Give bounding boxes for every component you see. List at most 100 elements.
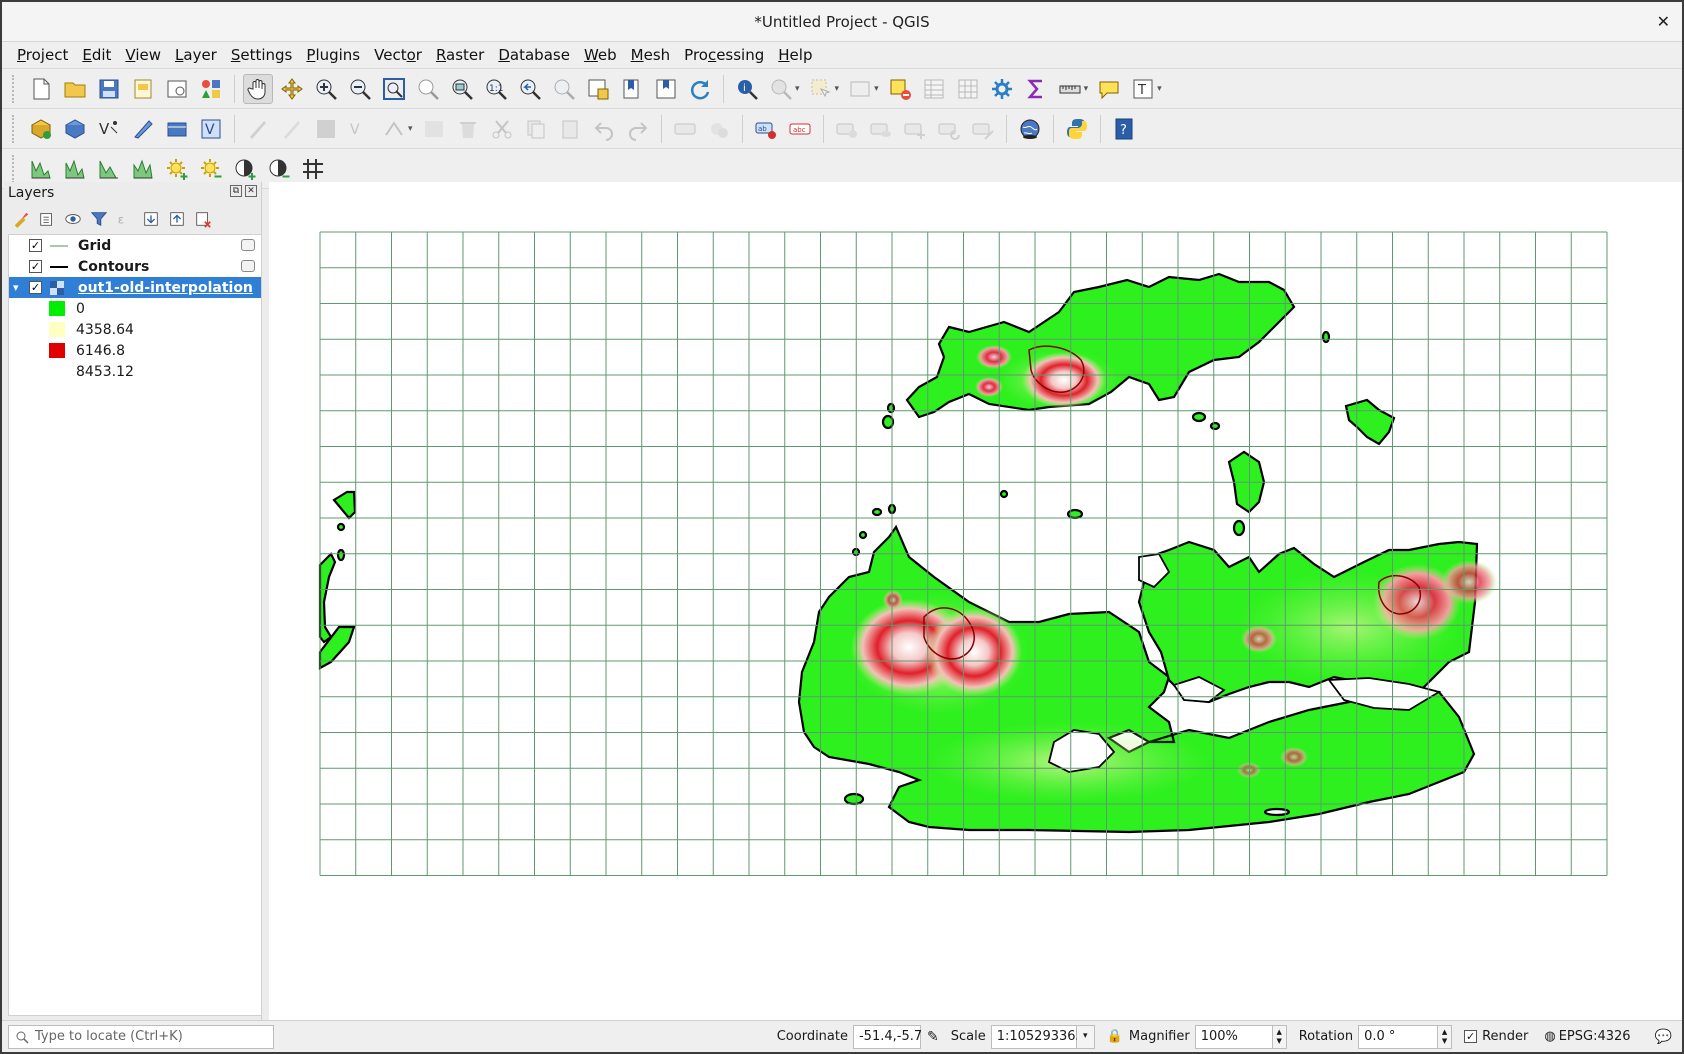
menu-processing[interactable]: Processing	[677, 46, 771, 64]
scale-field[interactable]: 1:105293365	[990, 1024, 1084, 1049]
crs-globe-icon[interactable]: ◍	[1544, 1029, 1555, 1044]
menu-web[interactable]: Web	[577, 46, 624, 64]
map-tips-icon[interactable]	[1094, 74, 1124, 104]
deselect-all-icon[interactable]	[885, 74, 915, 104]
layer-indicator-icon[interactable]	[241, 239, 255, 251]
style-manager-icon[interactable]	[196, 74, 226, 104]
refresh-icon[interactable]	[685, 74, 715, 104]
menu-database[interactable]: Database	[491, 46, 577, 64]
menu-settings[interactable]: Settings	[224, 46, 300, 64]
processing-toolbox-icon[interactable]	[987, 74, 1017, 104]
zoom-to-selection-icon[interactable]	[413, 74, 443, 104]
text-annotation-icon[interactable]: T	[1128, 74, 1158, 104]
zoom-next-icon[interactable]	[549, 74, 579, 104]
layer-indicator-icon[interactable]	[241, 260, 255, 272]
collapse-all-icon[interactable]	[166, 208, 188, 230]
new-map-view-icon[interactable]	[583, 74, 613, 104]
undo-icon[interactable]	[589, 114, 619, 144]
increase-contrast-icon[interactable]	[230, 154, 260, 184]
digitize-icon[interactable]: V	[345, 114, 375, 144]
locator-search-input[interactable]: Type to locate (Ctrl+K)	[8, 1024, 274, 1049]
layer-diagram-icon[interactable]: abc	[785, 114, 815, 144]
coordinate-field[interactable]: -51.4,-5.7	[852, 1024, 922, 1049]
zoom-in-icon[interactable]	[311, 74, 341, 104]
delete-selected-icon[interactable]	[453, 114, 483, 144]
open-project-icon[interactable]	[60, 74, 90, 104]
pan-map-icon[interactable]	[243, 73, 273, 104]
close-icon[interactable]: ✕	[1657, 12, 1670, 31]
zoom-last-icon[interactable]	[515, 74, 545, 104]
decrease-brightness-icon[interactable]	[196, 154, 226, 184]
zoom-out-icon[interactable]	[345, 74, 375, 104]
help-icon[interactable]: ?	[1109, 114, 1139, 144]
expand-all-icon[interactable]	[140, 208, 162, 230]
lock-scale-icon[interactable]: 🔒	[1107, 1029, 1123, 1044]
increase-brightness-icon[interactable]	[162, 154, 192, 184]
label-pin-icon[interactable]	[704, 114, 734, 144]
manage-map-themes-icon[interactable]	[62, 208, 84, 230]
menu-layer[interactable]: Layer	[168, 46, 224, 64]
zoom-native-icon[interactable]: 1:1	[481, 74, 511, 104]
zoom-full-icon[interactable]	[379, 74, 409, 104]
filter-by-expression-icon[interactable]: ε	[114, 208, 136, 230]
label-toolbar-icon[interactable]	[670, 114, 700, 144]
redo-icon[interactable]	[623, 114, 653, 144]
add-vector-layer-icon[interactable]: V	[94, 114, 124, 144]
rotation-field[interactable]: 0.0 °	[1358, 1024, 1439, 1049]
layout-manager-icon[interactable]	[162, 74, 192, 104]
show-bookmarks-icon[interactable]	[651, 74, 681, 104]
change-label-icon[interactable]	[968, 114, 998, 144]
undock-panel-icon[interactable]: ⧉	[230, 185, 242, 197]
layer-row-grid[interactable]: ✓ Grid	[9, 235, 261, 256]
messages-icon[interactable]: 💬	[1655, 1029, 1672, 1045]
layer-visibility-checkbox[interactable]: ✓	[29, 239, 42, 252]
toolbar-grip[interactable]	[12, 114, 16, 143]
magnifier-spinner[interactable]: ▲ ▼	[1272, 1024, 1287, 1049]
new-project-icon[interactable]	[26, 74, 56, 104]
new-temporary-layer-icon[interactable]	[162, 114, 192, 144]
new-virtual-layer-icon[interactable]: V	[196, 114, 226, 144]
data-source-manager-icon[interactable]	[26, 114, 56, 144]
menu-mesh[interactable]: Mesh	[624, 46, 678, 64]
layer-visibility-checkbox[interactable]: ✓	[29, 281, 42, 294]
attribute-table-icon[interactable]	[919, 74, 949, 104]
full-cumulative-cut-icon[interactable]	[128, 154, 158, 184]
histogram-stretch-canvas-icon[interactable]	[60, 154, 90, 184]
filter-legend-icon[interactable]	[88, 208, 110, 230]
python-console-icon[interactable]	[1062, 114, 1092, 144]
pin-labels-icon[interactable]	[832, 114, 862, 144]
open-layer-styling-icon[interactable]	[10, 208, 32, 230]
toggle-extents-icon[interactable]: ✎	[927, 1029, 939, 1045]
remove-layer-icon[interactable]	[192, 208, 214, 230]
run-feature-action-icon[interactable]	[766, 74, 796, 104]
copy-features-icon[interactable]	[521, 114, 551, 144]
local-cumulative-cut-icon[interactable]	[94, 154, 124, 184]
toggle-editing-icon[interactable]	[277, 114, 307, 144]
toolbar-grip[interactable]	[12, 74, 16, 103]
paste-features-icon[interactable]	[555, 114, 585, 144]
layer-row-out1-old-interpolation[interactable]: ▾ ✓ out1-old-interpolation	[9, 277, 261, 298]
menu-vector[interactable]: Vector	[367, 46, 429, 64]
crs-label[interactable]: EPSG:4326	[1559, 1029, 1631, 1044]
save-project-icon[interactable]	[94, 74, 124, 104]
measure-line-icon[interactable]	[1055, 74, 1085, 104]
rotate-label-icon[interactable]	[934, 114, 964, 144]
field-calculator-icon[interactable]	[953, 74, 983, 104]
close-panel-icon[interactable]: ✕	[245, 185, 257, 197]
cut-features-icon[interactable]	[487, 114, 517, 144]
identify-features-icon[interactable]: i	[732, 74, 762, 104]
new-print-layout-icon[interactable]	[128, 74, 158, 104]
layer-visibility-checkbox[interactable]: ✓	[29, 260, 42, 273]
rotation-spinner[interactable]: ▲ ▼	[1438, 1024, 1453, 1049]
grid-icon[interactable]	[298, 154, 328, 184]
modify-attributes-icon[interactable]	[419, 114, 449, 144]
new-spatialite-layer-icon[interactable]	[128, 114, 158, 144]
map-canvas[interactable]	[269, 182, 1682, 1020]
menu-view[interactable]: View	[118, 46, 168, 64]
render-checkbox[interactable]: ✓	[1464, 1030, 1478, 1043]
layer-row-contours[interactable]: ✓ Contours	[9, 256, 261, 277]
expand-arrow-icon[interactable]: ▾	[13, 281, 29, 294]
save-edits-icon[interactable]	[311, 114, 341, 144]
menu-edit[interactable]: Edit	[75, 46, 118, 64]
show-hide-labels-icon[interactable]	[866, 114, 896, 144]
